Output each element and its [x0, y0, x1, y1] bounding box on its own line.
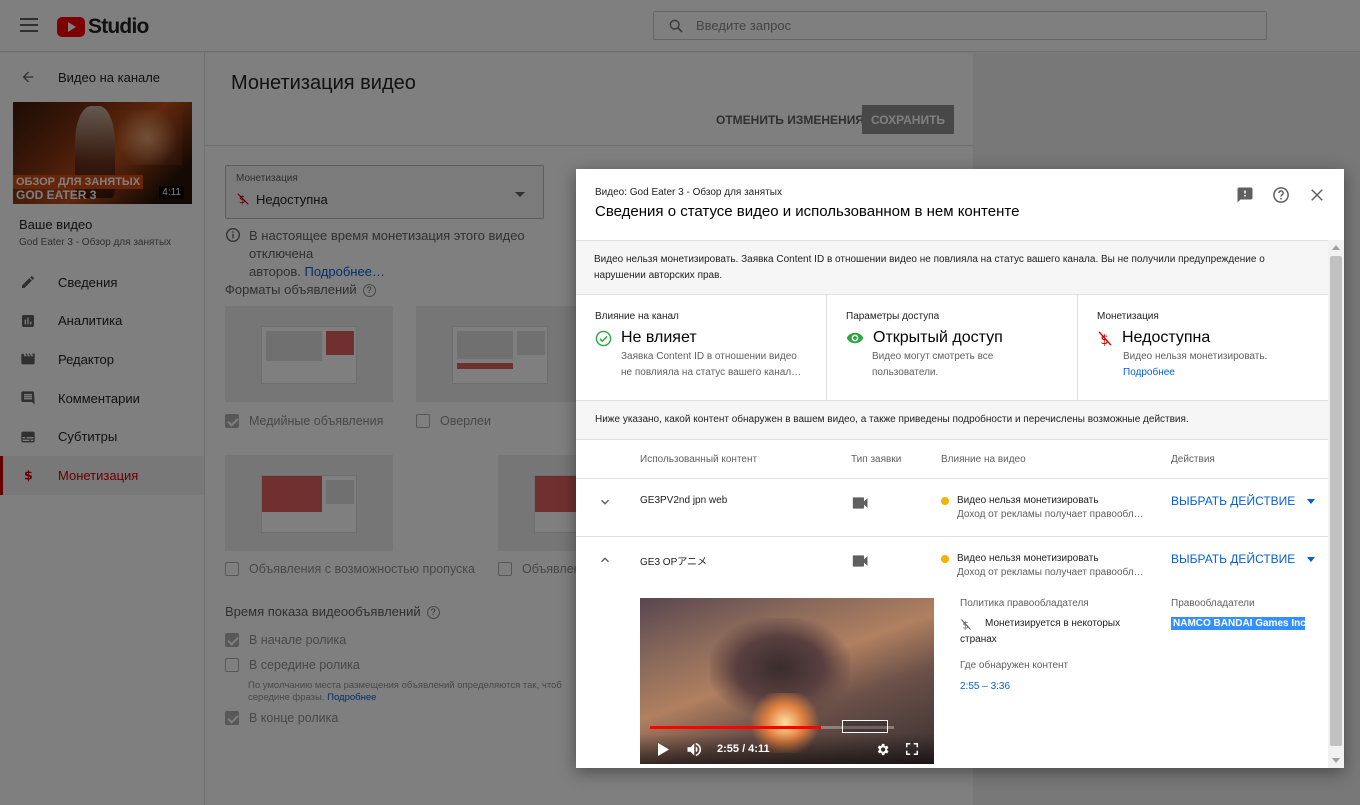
status-value: Недоступна — [1122, 329, 1211, 346]
status-label: Параметры доступа — [846, 311, 940, 322]
impact-text: Видео нельзя монетизировать — [957, 495, 1099, 506]
warning-dot — [941, 497, 949, 505]
player-controls: 2:55 / 4:11 — [640, 734, 934, 764]
col-header-actions: Действия — [1171, 454, 1215, 465]
status-value: Открытый доступ — [873, 329, 1003, 346]
content-name: GE3PV2nd jpn web — [640, 495, 728, 506]
choose-action-button[interactable]: ВЫБРАТЬ ДЕЙСТВИЕ — [1171, 552, 1316, 566]
dropdown-arrow-icon — [1307, 556, 1316, 562]
table-row: GE3PV2nd jpn web Видео нельзя монетизиро… — [576, 479, 1328, 537]
impact-text: Видео нельзя монетизировать — [957, 553, 1099, 564]
status-value: Не влияет — [621, 329, 697, 346]
table-header: Использованный контент Тип заявки Влияни… — [576, 440, 1328, 479]
dialog-scrollbar[interactable] — [1328, 240, 1344, 768]
owner-name[interactable]: NAMCO BANDAI Games Inc. — [1171, 617, 1305, 630]
col-header-impact: Влияние на видео — [941, 454, 1026, 465]
seek-progress — [650, 726, 821, 729]
status-desc: Видео нельзя монетизировать. — [1123, 351, 1268, 362]
video-player[interactable]: 2:55 / 4:11 — [640, 598, 934, 764]
status-visibility: Параметры доступа Открытый доступ Видео … — [827, 295, 1078, 400]
video-camera-icon — [852, 496, 869, 515]
video-camera-icon — [852, 554, 869, 573]
scroll-down-icon[interactable] — [1332, 758, 1340, 763]
fullscreen-icon[interactable] — [905, 742, 919, 761]
close-icon[interactable] — [1308, 186, 1326, 204]
chevron-up-icon[interactable] — [598, 553, 612, 572]
scroll-thumb[interactable] — [1330, 256, 1342, 746]
content-name: GE3 OPアニメ — [640, 557, 708, 568]
status-banner: Видео нельзя монетизировать. Заявка Cont… — [576, 241, 1328, 295]
found-label: Где обнаружен контент — [960, 660, 1069, 671]
status-desc: Видео могут смотреть все пользователи. — [872, 351, 994, 378]
dialog-title: Сведения о статусе видео и использованно… — [595, 203, 1020, 220]
dialog-body: Видео нельзя монетизировать. Заявка Cont… — [576, 240, 1328, 768]
player-time: 2:55 / 4:11 — [717, 743, 770, 755]
impact-desc: Доход от рекламы получает правообладател… — [957, 567, 1147, 578]
dialog-subtitle: Видео: God Eater 3 - Обзор для занятых — [595, 187, 782, 198]
impact-desc: Доход от рекламы получает правообладател… — [957, 509, 1147, 520]
check-circle-icon — [595, 330, 612, 347]
col-header-content: Использованный контент — [640, 454, 758, 465]
choose-action-button[interactable]: ВЫБРАТЬ ДЕЙСТВИЕ — [1171, 494, 1316, 508]
content-banner: Ниже указано, какой контент обнаружен в … — [576, 401, 1328, 440]
video-status-dialog: Видео: God Eater 3 - Обзор для занятых С… — [576, 169, 1344, 768]
policy-label: Политика правообладателя — [960, 598, 1089, 609]
status-monetization: Монетизация $ Недоступна Видео нельзя мо… — [1078, 295, 1328, 400]
found-timestamp-link[interactable]: 2:55 – 3:36 — [960, 681, 1010, 692]
status-columns: Влияние на канал Не влияет Заявка Conten… — [576, 295, 1328, 401]
owners-label: Правообладатели — [1171, 598, 1255, 609]
status-label: Монетизация — [1097, 311, 1159, 322]
feedback-icon[interactable] — [1236, 186, 1254, 204]
status-label: Влияние на канал — [595, 311, 679, 322]
no-monetization-icon: $ — [1097, 330, 1113, 347]
volume-icon[interactable] — [686, 742, 704, 762]
status-more-link[interactable]: Подробнее — [1123, 365, 1310, 381]
chevron-down-icon[interactable] — [598, 495, 612, 514]
eye-icon — [846, 329, 864, 347]
play-icon[interactable] — [657, 743, 669, 761]
col-header-claim-type: Тип заявки — [851, 454, 902, 465]
warning-dot — [941, 555, 949, 563]
seek-preview — [842, 720, 888, 733]
scroll-up-icon[interactable] — [1332, 245, 1340, 250]
policy-value: Монетизируется в некоторых странах — [960, 618, 1121, 645]
settings-icon[interactable] — [875, 742, 890, 762]
table-row: GE3 OPアニメ Видео нельзя монетизировать До… — [576, 537, 1328, 768]
status-desc: Заявка Content ID в отношении видео не п… — [621, 351, 802, 378]
help-icon[interactable] — [1272, 186, 1290, 204]
dropdown-arrow-icon — [1307, 498, 1316, 504]
status-channel-impact: Влияние на канал Не влияет Заявка Conten… — [576, 295, 827, 400]
